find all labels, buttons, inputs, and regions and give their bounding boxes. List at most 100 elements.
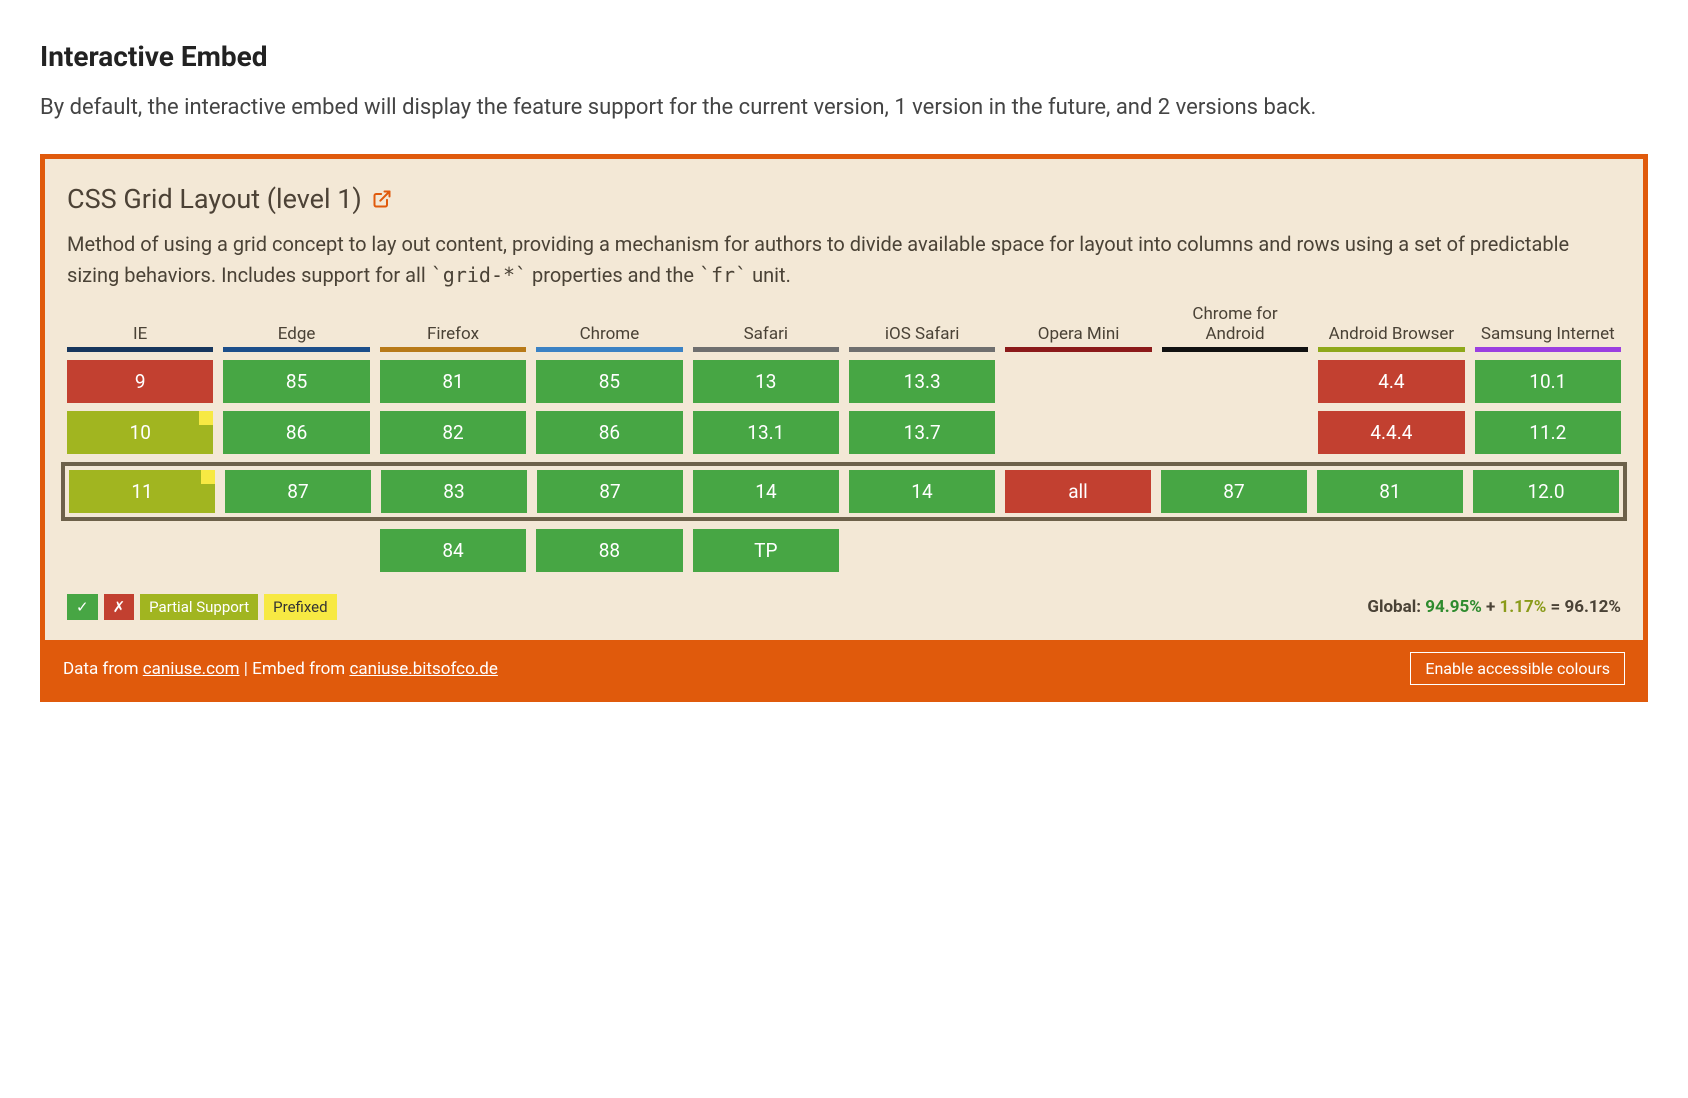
version-cell[interactable]: 10 (67, 411, 213, 454)
enable-accessible-colours-button[interactable]: Enable accessible colours (1410, 652, 1625, 685)
browser-color-bar (536, 347, 682, 352)
browser-header: iOS Safari (849, 305, 995, 352)
browser-color-bar (849, 347, 995, 352)
footer-embed-from: Embed from (252, 659, 345, 679)
browser-header: IE (67, 305, 213, 352)
version-cell[interactable]: 87 (225, 470, 371, 513)
browser-color-bar (1162, 347, 1308, 352)
browser-header: Safari (693, 305, 839, 352)
version-cell[interactable]: 4.4 (1318, 360, 1464, 403)
browser-color-bar (1318, 347, 1464, 352)
global-full: 94.95% (1425, 597, 1482, 617)
version-cell (1005, 360, 1151, 403)
desc-code2: `fr` (699, 263, 747, 287)
version-cell[interactable]: 86 (223, 411, 369, 454)
version-cell[interactable]: 84 (380, 529, 526, 572)
version-cell (1005, 411, 1151, 454)
browser-header: Chrome (536, 305, 682, 352)
version-cell[interactable]: 81 (380, 360, 526, 403)
version-cell[interactable]: 13.1 (693, 411, 839, 454)
version-cell (1162, 411, 1308, 454)
version-cell[interactable]: 82 (380, 411, 526, 454)
bitsofco-link[interactable]: caniuse.bitsofco.de (349, 659, 497, 679)
external-link-icon[interactable] (372, 189, 392, 209)
version-cell[interactable]: 83 (381, 470, 527, 513)
browser-color-bar (380, 347, 526, 352)
version-cell[interactable]: 9 (67, 360, 213, 403)
version-cell[interactable]: TP (693, 529, 839, 572)
version-cell[interactable]: 87 (537, 470, 683, 513)
version-cell (1005, 529, 1151, 572)
intro-text: By default, the interactive embed will d… (40, 91, 1648, 124)
version-cell[interactable]: 85 (223, 360, 369, 403)
desc-pre: Method of using a grid concept to lay ou… (67, 232, 1569, 287)
version-cell[interactable]: 13.7 (849, 411, 995, 454)
version-cell (1162, 529, 1308, 572)
version-cell[interactable]: 88 (536, 529, 682, 572)
global-plus: + (1486, 597, 1495, 617)
browser-color-bar (693, 347, 839, 352)
footer-sep: | (240, 659, 253, 679)
browser-header: Edge (223, 305, 369, 352)
global-stats: Global: 94.95% + 1.17% = 96.12% (1367, 597, 1621, 617)
feature-title[interactable]: CSS Grid Layout (level 1) (67, 183, 1621, 215)
browser-header: Firefox (380, 305, 526, 352)
browser-name: Safari (744, 325, 788, 345)
support-grid: IE Edge Firefox Chrome Safari iOS SafariOpera… (67, 305, 1621, 572)
version-cell[interactable]: 11 (69, 470, 215, 513)
desc-code1: `grid-*` (431, 263, 527, 287)
section-heading: Interactive Embed (40, 40, 1648, 73)
version-cell (1475, 529, 1621, 572)
version-cell[interactable]: 11.2 (1475, 411, 1621, 454)
browser-header: Samsung Internet (1475, 305, 1621, 352)
legend-supported: ✓ (67, 594, 98, 620)
browser-color-bar (67, 347, 213, 352)
version-cell[interactable]: 13.3 (849, 360, 995, 403)
browser-name: Chrome for Android (1162, 305, 1308, 344)
version-cell[interactable]: 13 (693, 360, 839, 403)
version-cell (1318, 529, 1464, 572)
version-cell[interactable]: 14 (693, 470, 839, 513)
version-cell (1162, 360, 1308, 403)
browser-name: Edge (278, 325, 316, 345)
version-cell[interactable]: 85 (536, 360, 682, 403)
browser-name: Firefox (427, 325, 479, 345)
caniuse-link[interactable]: caniuse.com (143, 659, 240, 679)
version-cell[interactable]: 12.0 (1473, 470, 1619, 513)
version-cell (849, 529, 995, 572)
version-cell[interactable]: 14 (849, 470, 995, 513)
legend-unsupported: ✗ (104, 594, 135, 620)
current-version-row: 118783871414all878112.0 (61, 462, 1627, 521)
browser-header: Chrome for Android (1162, 305, 1308, 352)
global-label: Global: (1367, 597, 1421, 617)
footer-data-from: Data from (63, 659, 139, 679)
global-eq: = 96.12% (1551, 597, 1622, 617)
browser-header: Android Browser (1318, 305, 1464, 352)
version-cell (67, 529, 213, 572)
browser-color-bar (1005, 347, 1151, 352)
version-cell[interactable]: 81 (1317, 470, 1463, 513)
embed-body: CSS Grid Layout (level 1) Method of usin… (45, 159, 1643, 640)
legend-partial: Partial Support (140, 594, 258, 620)
version-cell[interactable]: 4.4.4 (1318, 411, 1464, 454)
legend-prefixed: Prefixed (264, 594, 336, 620)
version-cell[interactable]: 87 (1161, 470, 1307, 513)
embed-footer: Data from caniuse.com | Embed from caniu… (45, 640, 1643, 697)
version-cell[interactable]: 10.1 (1475, 360, 1621, 403)
browser-name: Android Browser (1329, 325, 1455, 345)
desc-post: unit. (747, 263, 791, 287)
browser-name: IE (133, 325, 147, 345)
footer-credits: Data from caniuse.com | Embed from caniu… (63, 659, 498, 679)
version-cell (223, 529, 369, 572)
global-partial: 1.17% (1500, 597, 1547, 617)
version-cell[interactable]: all (1005, 470, 1151, 513)
browser-name: Chrome (580, 325, 640, 345)
browser-header: Opera Mini (1005, 305, 1151, 352)
browser-color-bar (1475, 347, 1621, 352)
browser-color-bar (223, 347, 369, 352)
desc-mid: properties and the (527, 263, 699, 287)
version-cell[interactable]: 86 (536, 411, 682, 454)
legend-items: ✓ ✗ Partial Support Prefixed (67, 594, 337, 620)
legend-row: ✓ ✗ Partial Support Prefixed Global: 94.… (67, 594, 1621, 620)
feature-title-text: CSS Grid Layout (level 1) (67, 183, 362, 215)
